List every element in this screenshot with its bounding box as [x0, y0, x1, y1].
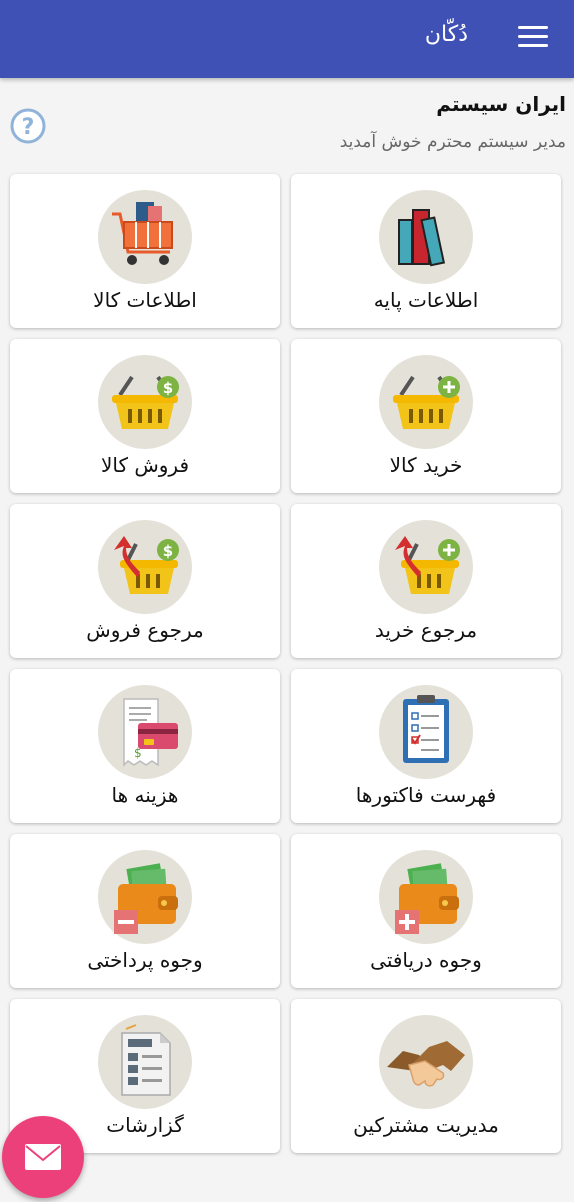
- menu-card-label: فهرست فاکتورها: [355, 783, 497, 807]
- wallet-minus-icon: [98, 850, 192, 944]
- hamburger-menu-icon[interactable]: [518, 26, 548, 48]
- menu-card-label: اطلاعات کالا: [93, 288, 197, 312]
- basket-dollar-icon: $: [98, 355, 192, 449]
- svg-text:?: ?: [22, 115, 35, 140]
- basket-plus-icon: [379, 355, 473, 449]
- menu-card-paid-funds[interactable]: وجوه پرداختی: [10, 834, 280, 988]
- menu-card-sales[interactable]: $ فروش کالا: [10, 339, 280, 493]
- menu-card-sales-return[interactable]: $ مرجوع فروش: [10, 504, 280, 658]
- menu-card-label: مدیریت مشترکین: [353, 1113, 499, 1137]
- envelope-icon: [25, 1144, 61, 1170]
- menu-card-label: وجوه دریافتی: [370, 948, 482, 972]
- menu-card-label: فروش کالا: [100, 453, 190, 477]
- menu-card-invoice-list[interactable]: فهرست فاکتورها: [291, 669, 561, 823]
- menu-card-purchase-return[interactable]: مرجوع خرید: [291, 504, 561, 658]
- receipt-card-icon: $: [98, 685, 192, 779]
- report-document-icon: [98, 1015, 192, 1109]
- wallet-plus-icon: [379, 850, 473, 944]
- menu-card-label: هزینه ها: [111, 783, 179, 807]
- menu-card-received-funds[interactable]: وجوه دریافتی: [291, 834, 561, 988]
- menu-card-customer-management[interactable]: مدیریت مشترکین: [291, 999, 561, 1153]
- basket-return-dollar-icon: $: [98, 520, 192, 614]
- handshake-icon: [379, 1015, 473, 1109]
- clipboard-checklist-icon: [379, 685, 473, 779]
- shopping-cart-icon: [98, 190, 192, 284]
- menu-card-label: خرید کالا: [389, 453, 463, 477]
- app-title: دُکّان: [424, 22, 468, 47]
- app-bar: دُکّان: [0, 0, 574, 78]
- message-fab-button[interactable]: [2, 1116, 84, 1198]
- basket-return-plus-icon: [379, 520, 473, 614]
- menu-card-purchase[interactable]: خرید کالا: [291, 339, 561, 493]
- menu-card-base-info[interactable]: اطلاعات پایه: [291, 174, 561, 328]
- menu-card-label: اطلاعات پایه: [373, 288, 479, 312]
- books-icon: [379, 190, 473, 284]
- company-name: ایران سیستم: [436, 92, 566, 116]
- svg-text:$: $: [163, 542, 173, 560]
- menu-card-label: مرجوع فروش: [86, 618, 204, 642]
- help-icon[interactable]: ?: [10, 108, 46, 144]
- welcome-message: مدیر سیستم محترم خوش آمدید: [339, 132, 566, 152]
- menu-card-label: وجوه پرداختی: [87, 948, 203, 972]
- svg-text:$: $: [163, 379, 173, 397]
- menu-card-products-info[interactable]: اطلاعات کالا: [10, 174, 280, 328]
- menu-card-expenses[interactable]: $ هزینه ها: [10, 669, 280, 823]
- menu-card-label: مرجوع خرید: [374, 618, 478, 642]
